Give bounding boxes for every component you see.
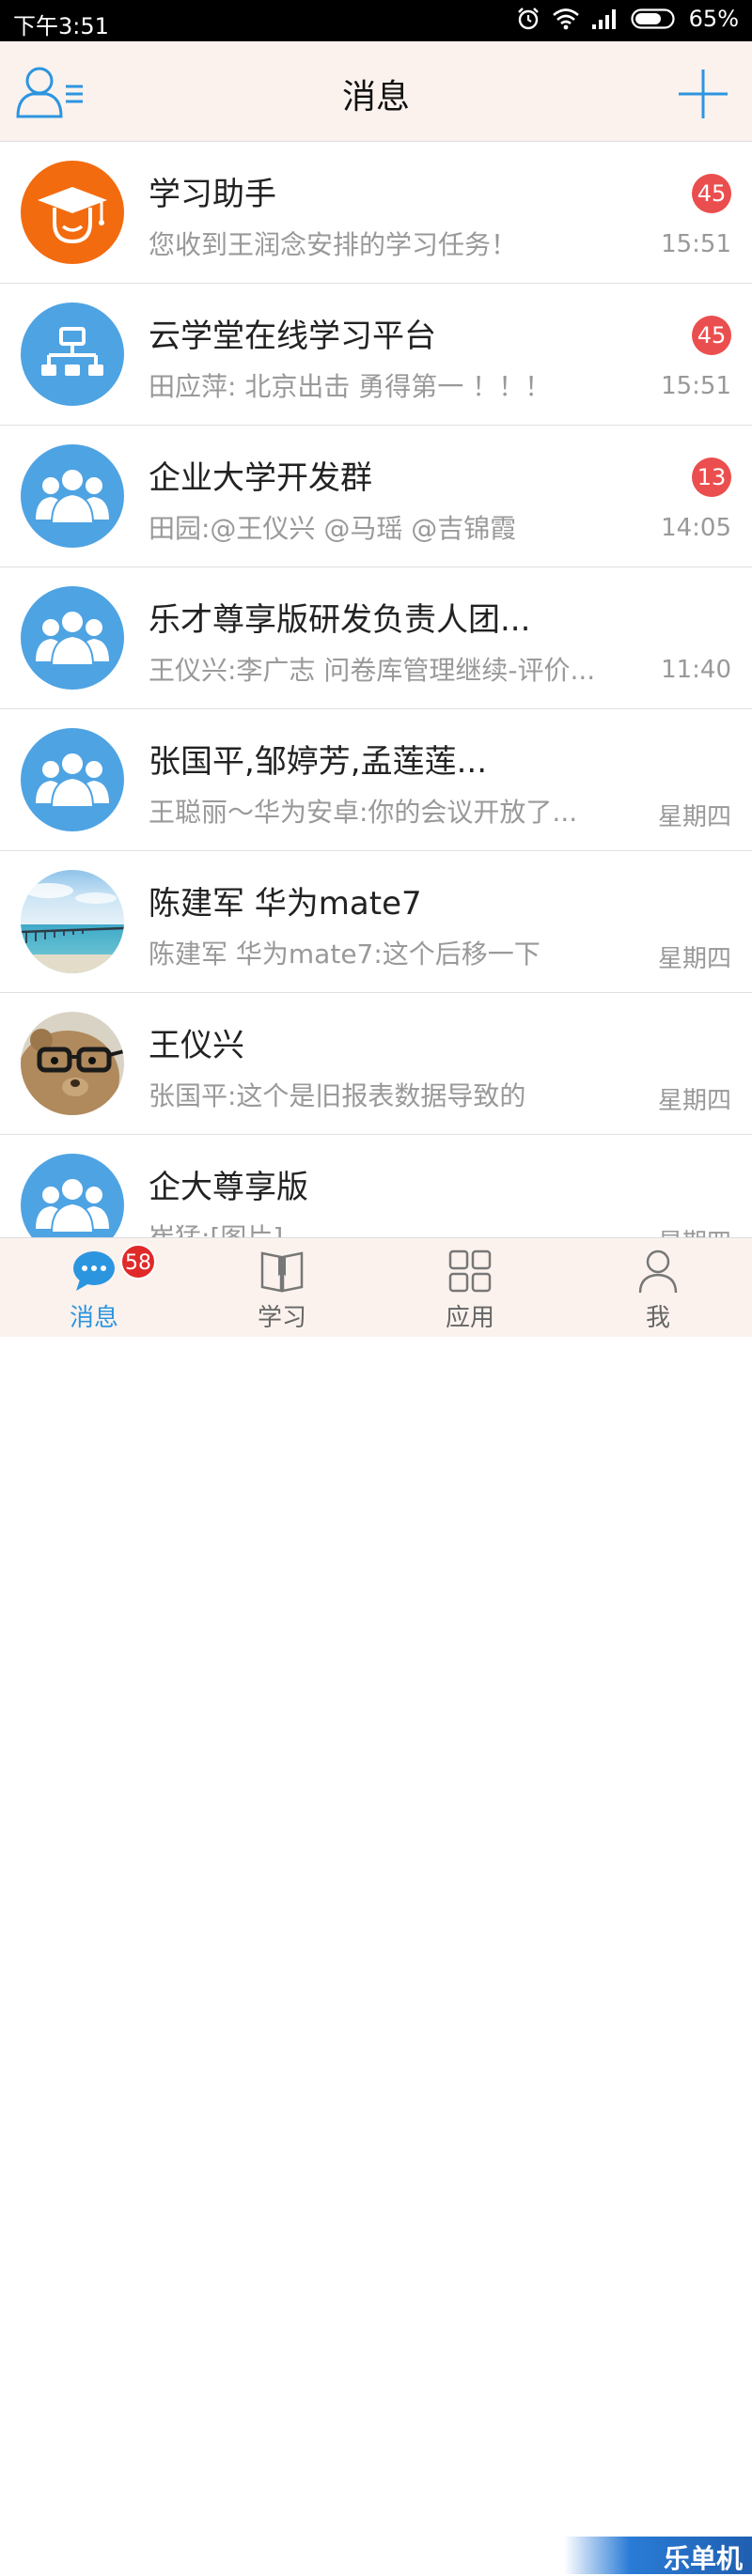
avatar xyxy=(21,728,124,831)
group-icon xyxy=(21,586,124,690)
conversation-row[interactable]: 企大尊享版 崔猛:[图片] 星期四 xyxy=(0,1135,752,1237)
conversation-preview: 陈建军 华为mate7:这个后移一下 xyxy=(149,939,540,970)
tab-label: 应用 xyxy=(445,1304,494,1332)
tab-label: 我 xyxy=(645,1304,670,1332)
conversation-name: 陈建军 华为mate7 xyxy=(149,885,422,923)
watermark-text: 乐单机 xyxy=(663,2543,743,2574)
conversation-time: 15:51 xyxy=(661,372,731,400)
conversation-list[interactable]: 学习助手 您收到王润念安排的学习任务！ 45 15:51 云学堂在线学习平台 田… xyxy=(0,142,752,1237)
conversation-preview: 王仪兴:李广志 问卷库管理继续-评价... xyxy=(149,655,596,686)
avatar xyxy=(21,444,124,548)
signal-icon xyxy=(591,9,616,29)
conversation-name: 企业大学开发群 xyxy=(149,459,372,497)
conversation-row[interactable]: 学习助手 您收到王润念安排的学习任务！ 45 15:51 xyxy=(0,142,752,284)
avatar xyxy=(21,1154,124,1237)
apps-grid-icon xyxy=(448,1249,492,1293)
conversation-name: 学习助手 xyxy=(149,176,276,213)
group-icon xyxy=(21,728,124,831)
teddy-bear-photo xyxy=(21,1012,124,1115)
avatar xyxy=(21,161,124,264)
plus-icon xyxy=(679,70,728,118)
tab-label: 消息 xyxy=(69,1304,118,1332)
conversation-time: 星期四 xyxy=(658,1223,731,1237)
conversation-row[interactable]: 云学堂在线学习平台 田应萍: 北京出击 勇得第一 ！！！ 45 15:51 xyxy=(0,284,752,426)
status-bar: 下午3:51 65% xyxy=(0,0,752,41)
bottom-tab-bar: 58 消息 学习 应用 我 乐单机 xyxy=(0,1237,752,2574)
conversation-time: 星期四 xyxy=(657,1087,731,1115)
tab-study[interactable]: 学习 xyxy=(188,1238,376,1337)
avatar xyxy=(21,303,124,406)
avatar xyxy=(21,586,124,690)
conversation-time: 15:51 xyxy=(661,230,731,258)
group-icon xyxy=(21,1154,124,1237)
conversation-time: 星期四 xyxy=(657,803,731,831)
conversation-name: 王仪兴 xyxy=(149,1027,244,1064)
conversation-name: 云学堂在线学习平台 xyxy=(149,318,436,355)
wifi-icon xyxy=(552,8,579,30)
conversation-row[interactable]: 企业大学开发群 田园:@王仪兴 @马瑶 @吉锦霞 13 14:05 xyxy=(0,426,752,567)
conversation-preview: 崔猛:[图片] xyxy=(149,1218,637,1237)
graduation-cap-icon xyxy=(21,161,124,264)
status-icons: 65% xyxy=(516,6,739,32)
conversation-name: 张国平,邹婷芳,孟莲莲... xyxy=(149,743,488,781)
conversation-row[interactable]: 乐才尊享版研发负责人团... 王仪兴:李广志 问卷库管理继续-评价... 11:… xyxy=(0,567,752,709)
tab-badge: 58 xyxy=(120,1244,156,1280)
avatar xyxy=(21,1012,124,1115)
avatar xyxy=(21,870,124,973)
tab-me[interactable]: 我 xyxy=(564,1238,752,1337)
conversation-preview: 王聪丽～华为安卓:你的会议开放了... xyxy=(149,797,578,828)
alarm-icon xyxy=(517,8,539,30)
conversation-row[interactable]: 张国平,邹婷芳,孟莲莲... 王聪丽～华为安卓:你的会议开放了... 星期四 xyxy=(0,709,752,851)
unread-badge: 45 xyxy=(692,174,731,213)
conversation-row[interactable]: 陈建军 华为mate7 陈建军 华为mate7:这个后移一下 星期四 xyxy=(0,851,752,993)
org-chart-icon xyxy=(21,303,124,406)
conversation-time: 星期四 xyxy=(657,945,731,973)
page-title: 消息 xyxy=(341,78,410,116)
top-bar: 消息 xyxy=(0,41,752,142)
tab-apps[interactable]: 应用 xyxy=(376,1238,564,1337)
conversation-preview: 田园:@王仪兴 @马瑶 @吉锦霞 xyxy=(149,513,517,544)
conversation-row[interactable]: 王仪兴 张国平:这个是旧报表数据导致的 星期四 xyxy=(0,993,752,1135)
conversation-time: 14:05 xyxy=(661,514,731,542)
watermark: 乐单机 xyxy=(564,2537,752,2574)
pier-photo xyxy=(21,870,124,973)
status-time: 下午3:51 xyxy=(13,13,109,39)
battery-icon xyxy=(631,8,675,29)
add-button[interactable] xyxy=(677,68,729,120)
conversation-preview: 田应萍: 北京出击 勇得第一 ！！！ xyxy=(149,371,552,402)
conversation-time: 11:40 xyxy=(661,656,731,684)
tab-label: 学习 xyxy=(257,1304,306,1332)
chat-bubble-icon xyxy=(73,1251,115,1291)
unread-badge: 45 xyxy=(692,316,731,355)
conversation-preview: 您收到王润念安排的学习任务！ xyxy=(149,229,518,260)
unread-badge: 13 xyxy=(692,458,731,497)
group-icon xyxy=(21,444,124,548)
battery-percent: 65% xyxy=(688,6,739,32)
conversation-name: 企大尊享版 xyxy=(149,1169,308,1206)
person-icon xyxy=(638,1249,678,1294)
conversation-preview: 张国平:这个是旧报表数据导致的 xyxy=(149,1080,526,1111)
conversation-name: 乐才尊享版研发负责人团... xyxy=(149,601,531,639)
tab-messages[interactable]: 58 消息 xyxy=(0,1238,188,1337)
book-icon xyxy=(260,1251,304,1293)
